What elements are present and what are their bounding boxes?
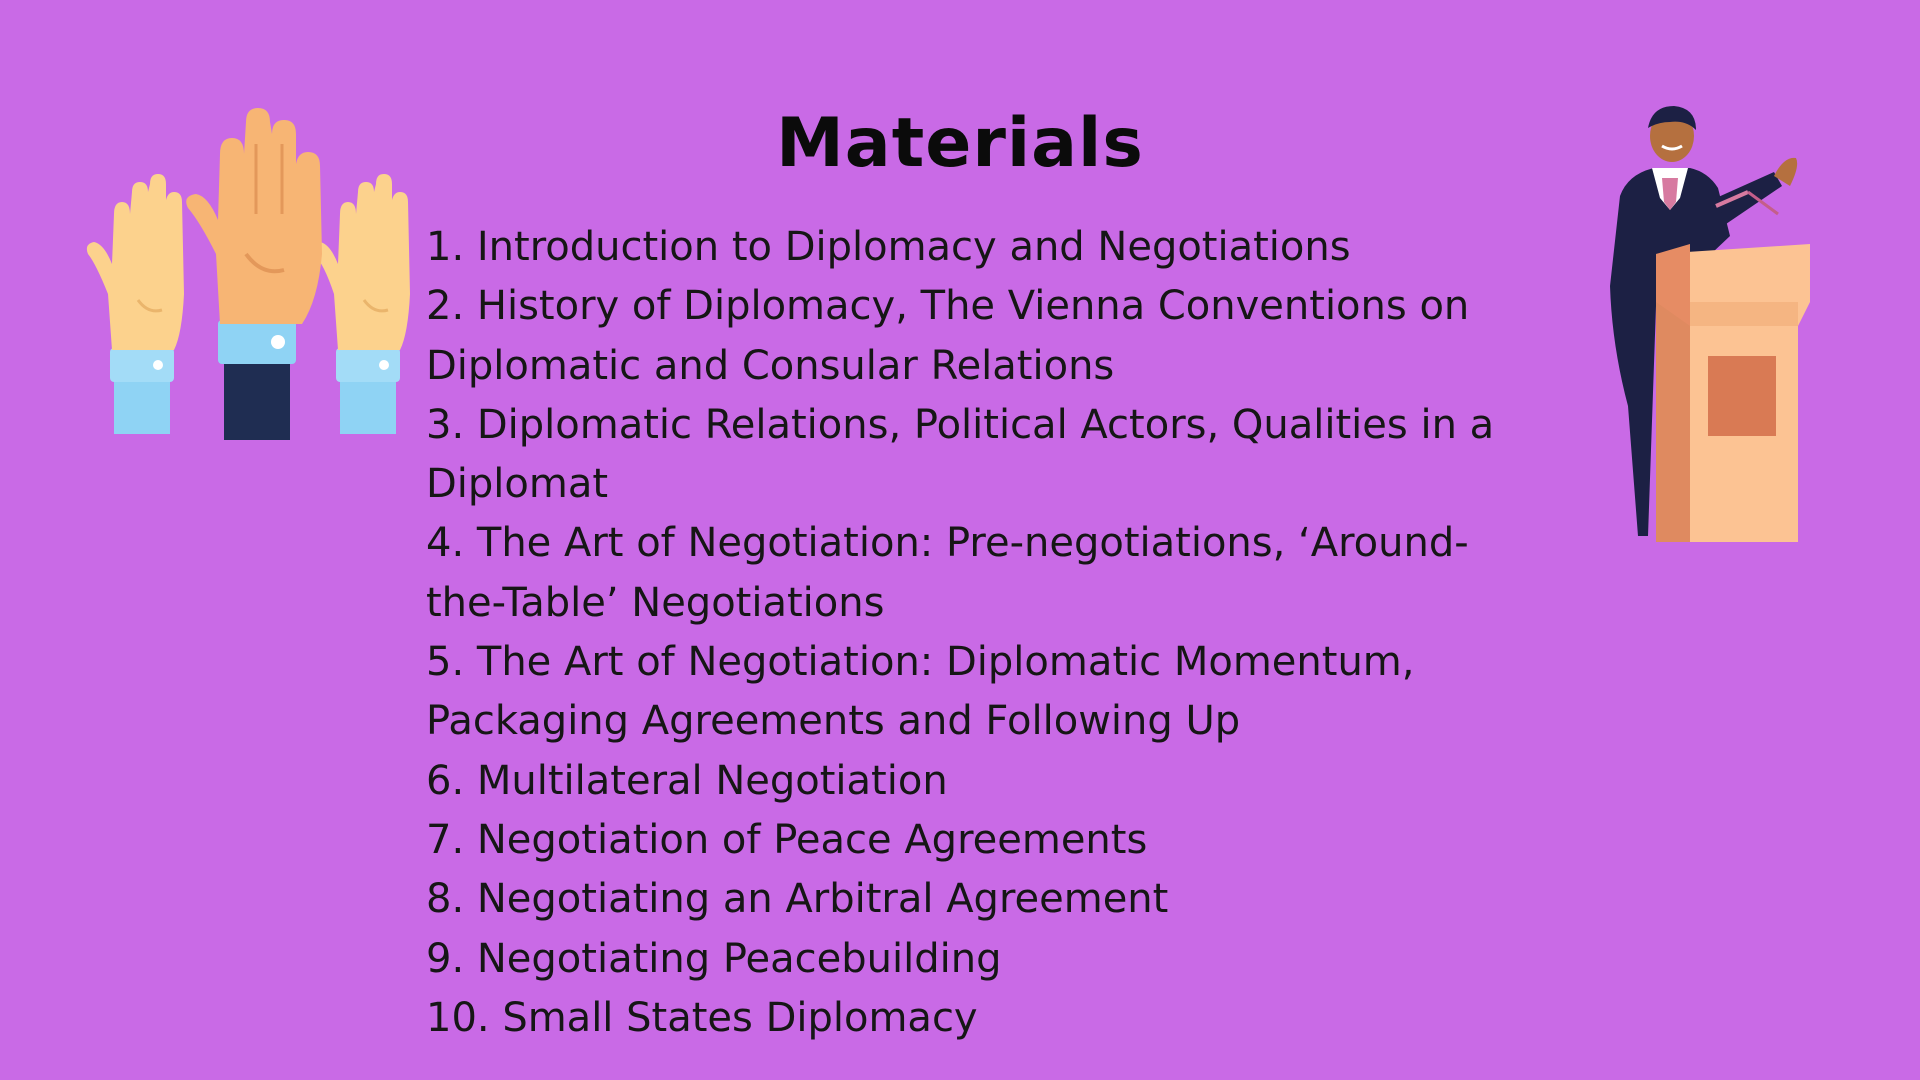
list-item: 2. History of Diplomacy, The Vienna Conv…	[426, 283, 1470, 389]
page-title: Materials	[776, 104, 1144, 183]
speaker-at-podium-icon	[1610, 106, 1810, 542]
list-item: 10. Small States Diplomacy	[426, 994, 978, 1041]
list-item: 7. Negotiation of Peace Agreements	[426, 816, 1148, 863]
list-item: 5. The Art of Negotiation: Diplomatic Mo…	[426, 639, 1415, 745]
slide: Materials 1. Introduction to Diplomacy a…	[0, 0, 1920, 1080]
list-item: 9. Negotiating Peacebuilding	[426, 935, 1002, 982]
list-item: 1. Introduction to Diplomacy and Negotia…	[426, 224, 1351, 270]
list-item: 6. Multilateral Negotiation	[426, 757, 948, 804]
list-item: 8. Negotiating an Arbitral Agreement	[426, 876, 1169, 923]
raised-hands-icon	[86, 108, 410, 440]
list-item: 3. Diplomatic Relations, Political Actor…	[426, 401, 1495, 508]
list-item: 4. The Art of Negotiation: Pre-negotiati…	[426, 520, 1469, 626]
materials-list: 1. Introduction to Diplomacy and Negotia…	[426, 218, 1506, 1048]
